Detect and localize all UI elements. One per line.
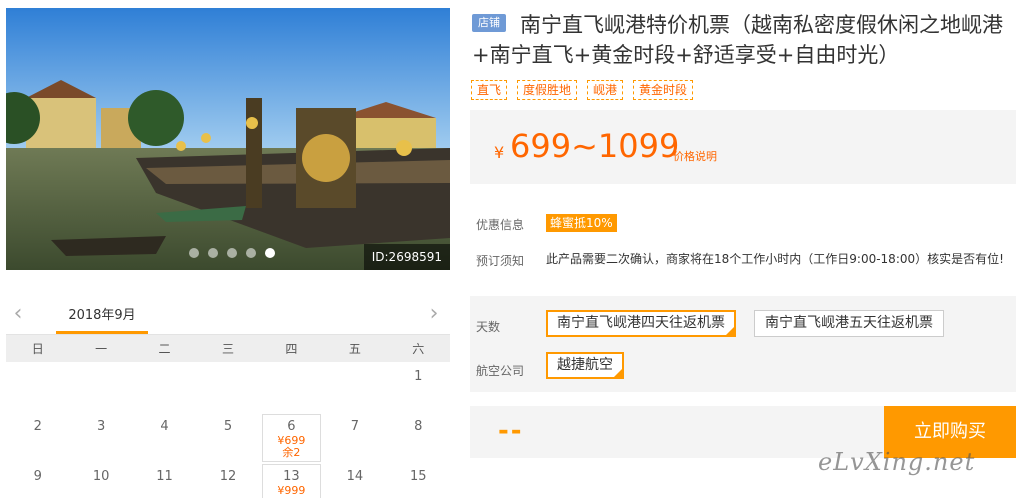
day-number: 11	[156, 469, 173, 484]
price-range: 699~1099	[510, 127, 680, 165]
calendar-day: 2	[6, 412, 69, 462]
product-info: 店铺 南宁直飞岘港特价机票（越南私密度假休闲之地岘港+南宁直飞+黄金时段+舒适享…	[470, 0, 1023, 498]
calendar-day: 12	[196, 462, 259, 498]
booking-notice: 此产品需要二次确认，商家将在18个工作小时内（工作日9:00-18:00）核实是…	[546, 252, 1004, 266]
product-gallery[interactable]: ID:2698591	[6, 8, 450, 270]
day-number: 10	[92, 469, 110, 484]
promo-label: 优惠信息	[476, 218, 525, 232]
slide-dots	[189, 248, 275, 258]
product-title: 南宁直飞岘港特价机票（越南私密度假休闲之地岘港+南宁直飞+黄金时段+舒适享受+自…	[472, 13, 1003, 67]
day-number: 8	[414, 419, 423, 434]
calendar-day-available[interactable]: 13 ¥999	[260, 462, 323, 498]
day-number: 12	[219, 469, 237, 484]
weekday-label: 六	[412, 342, 425, 356]
prev-month-icon[interactable]: ‹	[8, 302, 28, 326]
slide-dot[interactable]	[246, 248, 256, 258]
shop-badge[interactable]: 店铺	[472, 14, 506, 32]
price-explanation-link[interactable]: 价格说明	[673, 148, 717, 164]
date-calendar: ‹ 2018年9月 › 日一二三四五六 1 2 3 4 5 6 ¥699 余2 7 8 9 10 11 1…	[6, 296, 450, 498]
product-tags: 直飞 度假胜地 岘港 黄金时段	[471, 80, 694, 100]
promo-badge: 蜂蜜抵10%	[546, 214, 617, 232]
day-number: 3	[96, 419, 106, 434]
calendar-day: 7	[323, 412, 386, 462]
site-watermark: eLvXing.net	[818, 448, 976, 476]
slide-dot[interactable]	[208, 248, 218, 258]
slide-dot[interactable]	[189, 248, 199, 258]
calendar-day	[260, 362, 323, 412]
weekday-label: 二	[158, 342, 171, 356]
weekday-label: 四	[285, 342, 298, 356]
weekday-label: 三	[221, 342, 234, 356]
calendar-header: ‹ 2018年9月 ›	[6, 296, 450, 334]
calendar-day: 1	[387, 362, 450, 412]
product-tag[interactable]: 直飞	[471, 80, 508, 100]
day-number: 6	[287, 419, 296, 434]
calendar-day	[323, 362, 386, 412]
day-number: 1	[414, 369, 423, 384]
product-tag[interactable]: 黄金时段	[633, 80, 694, 100]
next-month-icon[interactable]: ›	[424, 302, 444, 326]
product-tag[interactable]: 度假胜地	[517, 80, 578, 100]
day-stock: 余2	[282, 446, 301, 459]
airline-option-vietjet[interactable]: 越捷航空	[546, 352, 624, 379]
calendar-days: 1 2 3 4 5 6 ¥699 余2 7 8 9 10 11 12 13 ¥999 14 15	[6, 362, 450, 498]
total-price: --	[498, 416, 524, 446]
calendar-day: 9	[6, 462, 69, 498]
days-label: 天数	[476, 320, 501, 334]
gallery-photo	[6, 8, 450, 270]
weekday-label: 一	[95, 342, 108, 356]
day-option-4days[interactable]: 南宁直飞岘港四天往返机票	[546, 310, 736, 337]
day-number: 13	[283, 469, 300, 484]
calendar-day: 3	[69, 412, 132, 462]
day-number: 2	[33, 419, 42, 434]
calendar-day: 11	[133, 462, 196, 498]
calendar-day: 15	[387, 462, 450, 498]
calendar-day	[69, 362, 132, 412]
price-box: ¥ 699~1099 价格说明	[470, 110, 1016, 184]
calendar-day	[133, 362, 196, 412]
day-option-5days[interactable]: 南宁直飞岘港五天往返机票	[754, 310, 944, 337]
calendar-month-tab[interactable]: 2018年9月	[56, 304, 148, 334]
slide-dot[interactable]	[227, 248, 237, 258]
price-currency: ¥	[494, 143, 505, 162]
calendar-day-available[interactable]: 6 ¥699 余2	[260, 412, 323, 462]
day-number: 5	[223, 419, 233, 434]
weekday-label: 五	[348, 342, 361, 356]
calendar-day	[6, 362, 69, 412]
calendar-day: 14	[323, 462, 386, 498]
image-id-label: ID:2698591	[363, 244, 450, 270]
day-number: 14	[346, 469, 364, 484]
calendar-weekdays: 日一二三四五六	[6, 334, 450, 362]
slide-dot-active[interactable]	[265, 248, 275, 258]
title-row: 店铺 南宁直飞岘港特价机票（越南私密度假休闲之地岘港+南宁直飞+黄金时段+舒适享…	[472, 10, 1012, 70]
day-price: ¥999	[277, 484, 306, 497]
day-number: 4	[160, 419, 169, 434]
calendar-day: 8	[387, 412, 450, 462]
day-number: 9	[33, 469, 42, 484]
calendar-day: 4	[133, 412, 196, 462]
day-number: 15	[410, 469, 427, 484]
calendar-day: 10	[69, 462, 132, 498]
day-number: 7	[350, 419, 359, 434]
product-tag[interactable]: 岘港	[587, 80, 624, 100]
airline-label: 航空公司	[476, 364, 525, 378]
options-panel: 天数 南宁直飞岘港四天往返机票 南宁直飞岘港五天往返机票 航空公司 越捷航空	[470, 296, 1016, 392]
weekday-label: 日	[31, 342, 44, 356]
calendar-day	[196, 362, 259, 412]
notice-label: 预订须知	[476, 254, 525, 268]
calendar-day: 5	[196, 412, 259, 462]
